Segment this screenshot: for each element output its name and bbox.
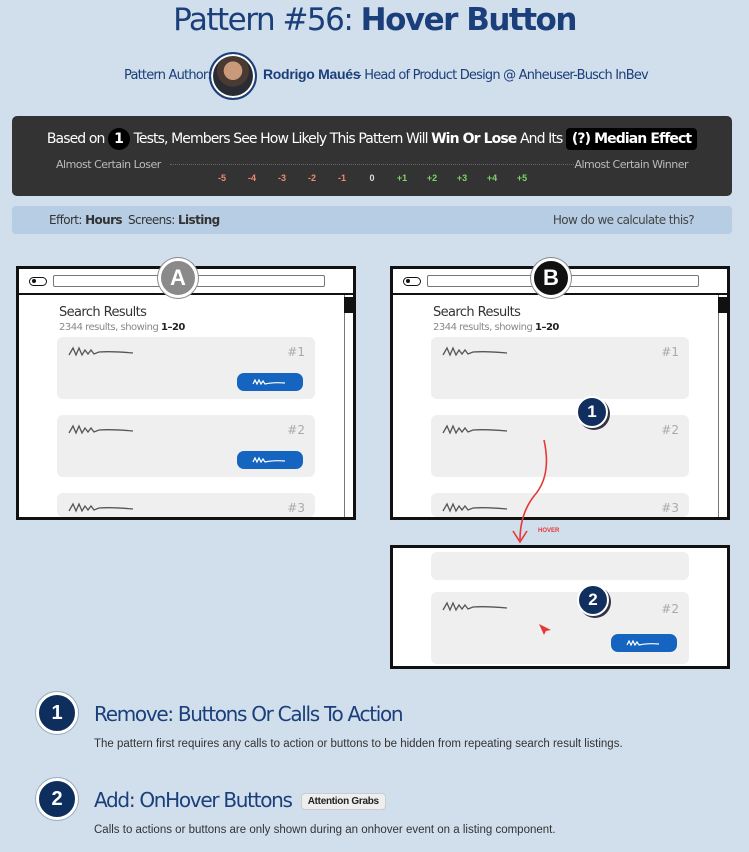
cta-button[interactable] [237,451,303,469]
results-count-text: 2344 results, showing [433,322,533,333]
scale-tick-label: +2 [426,173,438,183]
card-number: #2 [661,602,679,616]
browser-dots-icon [29,277,47,286]
hover-state-mockup: #2 [390,545,730,669]
results-range: 1–20 [534,322,559,333]
info-bar: Effort: Hours Screens: Listing How do we… [12,206,732,234]
scale-tick-label: -1 [337,173,346,183]
hover-label: HOVER [538,528,560,534]
cta-button[interactable] [611,634,677,652]
variant-b-mockup: Search Results 2344 results, showing 1–2… [390,266,730,520]
variant-a-badge: A [158,258,198,298]
results-strong: Win Or Lose [431,131,517,147]
scale-tick-label: +5 [516,173,528,183]
listing-card-hovered: #2 [431,592,689,664]
effort-label: Effort: [49,213,82,227]
results-prefix: Based on [46,131,106,147]
card-number: #3 [287,501,305,515]
results-middle: Tests, Members See How Likely This Patte… [133,131,429,147]
scale-tick-label: +3 [456,173,468,183]
scale-tick-label: +4 [486,173,498,183]
author-role: - Head of Product Design @ Anheuser-Busc… [357,68,649,83]
calc-link[interactable]: How do we calculate this? [553,213,695,227]
loser-label: Almost Certain Loser [56,158,161,171]
results-panel: Based on 1 Tests, Members See How Likely… [12,116,732,196]
listing-card: #1 [431,337,689,399]
scribble-text-icon [68,424,134,435]
card-number: #1 [661,345,679,359]
step-pin-2: 2 [577,584,609,616]
winner-label: Almost Certain Winner [574,158,688,171]
cursor-icon [539,624,551,635]
step-title-text: Add: OnHover Buttons [94,788,293,812]
step-title: Add: OnHover Buttons Attention Grabs [94,788,386,812]
results-suffix: And Its [519,131,563,147]
screens-value: Listing [177,213,220,227]
results-title: Search Results [59,305,147,320]
step-title: Remove: Buttons Or Calls To Action [94,702,404,726]
scale-tick-label: -2 [307,173,316,183]
attention-grabs-tag[interactable]: Attention Grabs [300,793,386,810]
scribble-text-icon [442,424,508,435]
scale-tick-label: +1 [396,173,408,183]
screens-label: Screens: [128,213,175,227]
results-count: 2344 results, showing 1–20 [433,322,559,333]
listing-card: #3 [431,493,689,517]
scroll-thumb [344,297,353,313]
card-number: #1 [287,345,305,359]
author-row: Pattern Author: Rodrigo Maués - Head of … [0,52,749,100]
scribble-text-icon [68,346,134,357]
card-number: #2 [287,423,305,437]
listing-card: #3 [57,493,315,517]
scale-divider [170,164,574,165]
step-number-badge: 1 [36,692,78,734]
scale-tick-label: -5 [217,173,226,183]
page-title: Pattern #56: Hover Button [0,2,749,38]
results-count-text: 2344 results, showing [59,322,159,333]
screens-info: Screens: Listing [128,213,220,227]
scrollbar [718,295,727,517]
title-name: Hover Button [360,2,578,38]
step-pin-1: 1 [576,396,608,428]
step-number-badge: 2 [36,778,78,820]
results-count: 2344 results, showing 1–20 [59,322,185,333]
listing-card: #2 [431,415,689,477]
results-title: Search Results [433,305,521,320]
effort-value: Hours [85,213,123,227]
scribble-text-icon [442,346,508,357]
author-name[interactable]: Rodrigo Maués [263,66,361,82]
listing-card [431,552,689,580]
author-label: Pattern Author: [124,68,212,83]
listing-card: #2 [57,415,315,477]
listing-card: #1 [57,337,315,399]
cta-button[interactable] [237,373,303,391]
scroll-thumb [718,297,727,313]
avatar[interactable] [209,52,257,100]
card-number: #2 [661,423,679,437]
effect-scale: -5 -4 -3 -2 -1 0 +1 +2 +3 +4 +5 [12,173,732,187]
step-description: Calls to actions or buttons are only sho… [94,824,556,836]
results-headline: Based on 1 Tests, Members See How Likely… [12,128,732,150]
effort-info: Effort: Hours [49,213,123,227]
step-description: The pattern first requires any calls to … [94,738,623,750]
card-number: #3 [661,501,679,515]
results-range: 1–20 [160,322,185,333]
variant-a-mockup: Search Results 2344 results, showing 1–2… [16,266,356,520]
median-effect-button[interactable]: (?) Median Effect [565,128,698,150]
scribble-text-icon [68,502,134,513]
test-count-badge: 1 [108,128,131,150]
scrollbar [344,295,353,517]
scale-tick-label: -4 [247,173,256,183]
scribble-text-icon [442,601,508,612]
browser-dots-icon [403,277,421,286]
scale-tick-label: -3 [277,173,286,183]
variant-b-badge: B [531,258,571,298]
scale-tick-label: 0 [369,173,375,183]
title-prefix: Pattern #56: [173,2,354,38]
